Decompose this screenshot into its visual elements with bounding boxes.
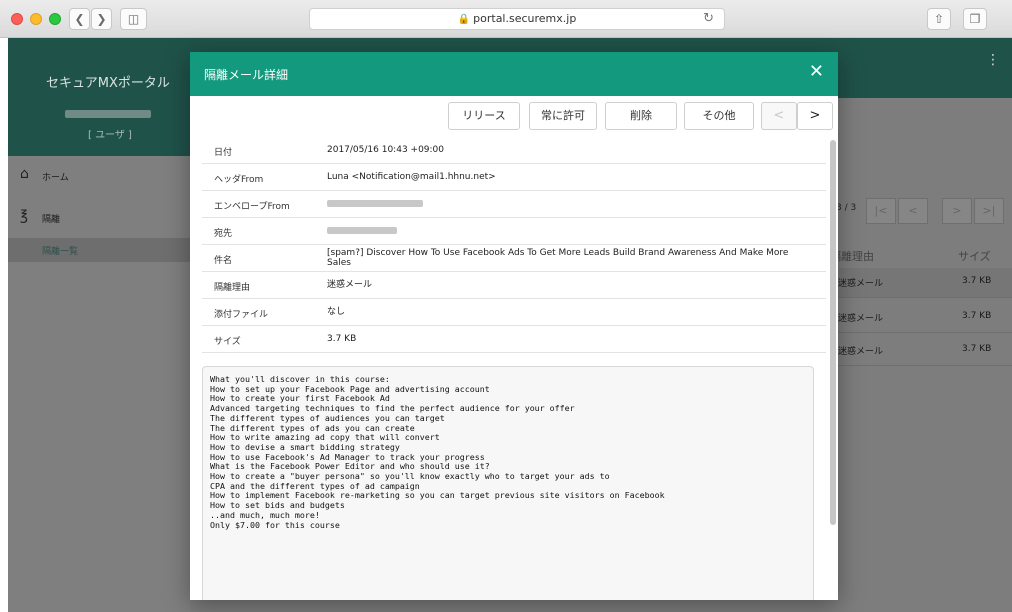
back-icon[interactable]: ❮	[69, 8, 90, 30]
portal-title: セキュアMXポータル	[46, 76, 170, 91]
share-icon[interactable]: ⇧	[927, 8, 951, 30]
minimize-window-button[interactable]	[30, 13, 42, 25]
last-page-button[interactable]: >|	[974, 198, 1004, 224]
detail-table: 日付 2017/05/16 10:43 +09:00 ヘッダFrom Luna …	[202, 137, 826, 353]
sidebar-item-home[interactable]: ⌂ ホーム	[8, 162, 190, 192]
browser-toolbar: ❮ ❯ ◫ 🔒 portal.securemx.jp ↻ ⇧ ❐	[0, 0, 1012, 38]
detail-row-size: サイズ 3.7 KB	[202, 326, 826, 353]
detail-row-header-from: ヘッダFrom Luna <Notification@mail1.hhnu.ne…	[202, 164, 826, 191]
home-icon: ⌂	[20, 166, 29, 182]
table-row[interactable]: 迷惑メール 3.7 KB	[828, 268, 1012, 298]
quarantine-icon: ℥	[20, 208, 29, 224]
dialog-header: 隔離メール詳細 ✕	[190, 52, 838, 96]
sidebar-icon[interactable]: ◫	[120, 8, 147, 30]
dialog-title: 隔離メール詳細	[204, 68, 289, 82]
first-page-button[interactable]: |<	[866, 198, 896, 224]
sidebar-item-quarantine-list[interactable]: 隔離一覧	[8, 238, 190, 262]
detail-value: 3.7 KB	[327, 334, 357, 344]
detail-row-recipient: 宛先	[202, 218, 826, 245]
other-button[interactable]: その他	[684, 102, 754, 130]
url-text: portal.securemx.jp	[473, 12, 577, 25]
delete-button[interactable]: 削除	[605, 102, 677, 130]
close-window-button[interactable]	[11, 13, 23, 25]
detail-label: エンベロープFrom	[214, 202, 290, 212]
detail-value: 迷惑メール	[327, 280, 373, 290]
tabs-icon[interactable]: ❐	[963, 8, 987, 30]
forward-icon[interactable]: ❯	[91, 8, 112, 30]
message-body-box[interactable]: What you'll discover in this course: How…	[202, 366, 814, 600]
sidebar-item-quarantine[interactable]: ℥ 隔離	[8, 204, 190, 234]
detail-row-envelope-from: エンベロープFrom	[202, 191, 826, 218]
detail-label: ヘッダFrom	[214, 175, 264, 185]
detail-value-redacted	[327, 199, 807, 209]
lock-icon: 🔒	[457, 14, 471, 25]
column-header-size[interactable]: サイズ	[958, 248, 991, 264]
detail-value: Luna <Notification@mail1.hhnu.net>	[327, 172, 496, 182]
table-row[interactable]: 迷惑メール 3.7 KB	[828, 336, 1012, 366]
detail-label: 隔離理由	[214, 283, 251, 293]
close-icon[interactable]: ✕	[809, 62, 824, 82]
detail-value: 2017/05/16 10:43 +09:00	[327, 145, 445, 155]
detail-label: 添付ファイル	[214, 310, 269, 320]
reason-cell: 迷惑メール	[838, 314, 884, 324]
sidebar-item-label: 隔離一覧	[42, 247, 79, 257]
sidebar-header: セキュアMXポータル [ ユーザ ]	[8, 38, 190, 156]
detail-row-subject: 件名 [spam?] Discover How To Use Facebook …	[202, 245, 826, 272]
reason-cell: 迷惑メール	[838, 279, 884, 289]
size-cell: 3.7 KB	[962, 344, 992, 354]
reason-cell: 迷惑メール	[838, 347, 884, 357]
sidebar: セキュアMXポータル [ ユーザ ] ⌂ ホーム ℥ 隔離 隔離一覧	[8, 38, 190, 612]
detail-row-date: 日付 2017/05/16 10:43 +09:00	[202, 137, 826, 164]
detail-row-reason: 隔離理由 迷惑メール	[202, 272, 826, 299]
detail-row-attachment: 添付ファイル なし	[202, 299, 826, 326]
detail-value: [spam?] Discover How To Use Facebook Ads…	[327, 248, 789, 268]
sidebar-item-label: 隔離	[42, 215, 61, 225]
more-vert-icon[interactable]: ⋮	[986, 52, 1000, 68]
scrollbar-thumb[interactable]	[830, 140, 836, 525]
table-row[interactable]: 迷惑メール 3.7 KB	[828, 303, 1012, 333]
detail-label: サイズ	[214, 337, 241, 347]
zoom-window-button[interactable]	[49, 13, 61, 25]
message-body-text: What you'll discover in this course: How…	[210, 374, 665, 530]
sidebar-item-label: ホーム	[42, 173, 69, 183]
dialog-scrollbar[interactable]	[830, 140, 836, 580]
detail-label: 日付	[214, 148, 233, 158]
next-page-button[interactable]: >	[942, 198, 972, 224]
always-allow-button[interactable]: 常に許可	[529, 102, 597, 130]
address-bar[interactable]: 🔒 portal.securemx.jp ↻	[309, 8, 725, 30]
release-button[interactable]: リリース	[448, 102, 520, 130]
prev-page-button[interactable]: <	[898, 198, 928, 224]
prev-message-button[interactable]: <	[761, 102, 797, 130]
detail-value: なし	[327, 307, 346, 317]
size-cell: 3.7 KB	[962, 311, 992, 321]
detail-label: 件名	[214, 256, 233, 266]
quarantine-detail-dialog: 隔離メール詳細 ✕ リリース 常に許可 削除 その他 < > 日付 2017/0…	[190, 52, 838, 600]
reload-icon[interactable]: ↻	[703, 9, 714, 29]
next-message-button[interactable]: >	[797, 102, 833, 130]
detail-label: 宛先	[214, 229, 233, 239]
user-role: [ ユーザ ]	[88, 130, 132, 141]
size-cell: 3.7 KB	[962, 276, 992, 286]
detail-value-redacted	[327, 226, 807, 236]
pager-count: 3 / 3	[836, 203, 857, 213]
user-name-redacted	[65, 110, 151, 118]
